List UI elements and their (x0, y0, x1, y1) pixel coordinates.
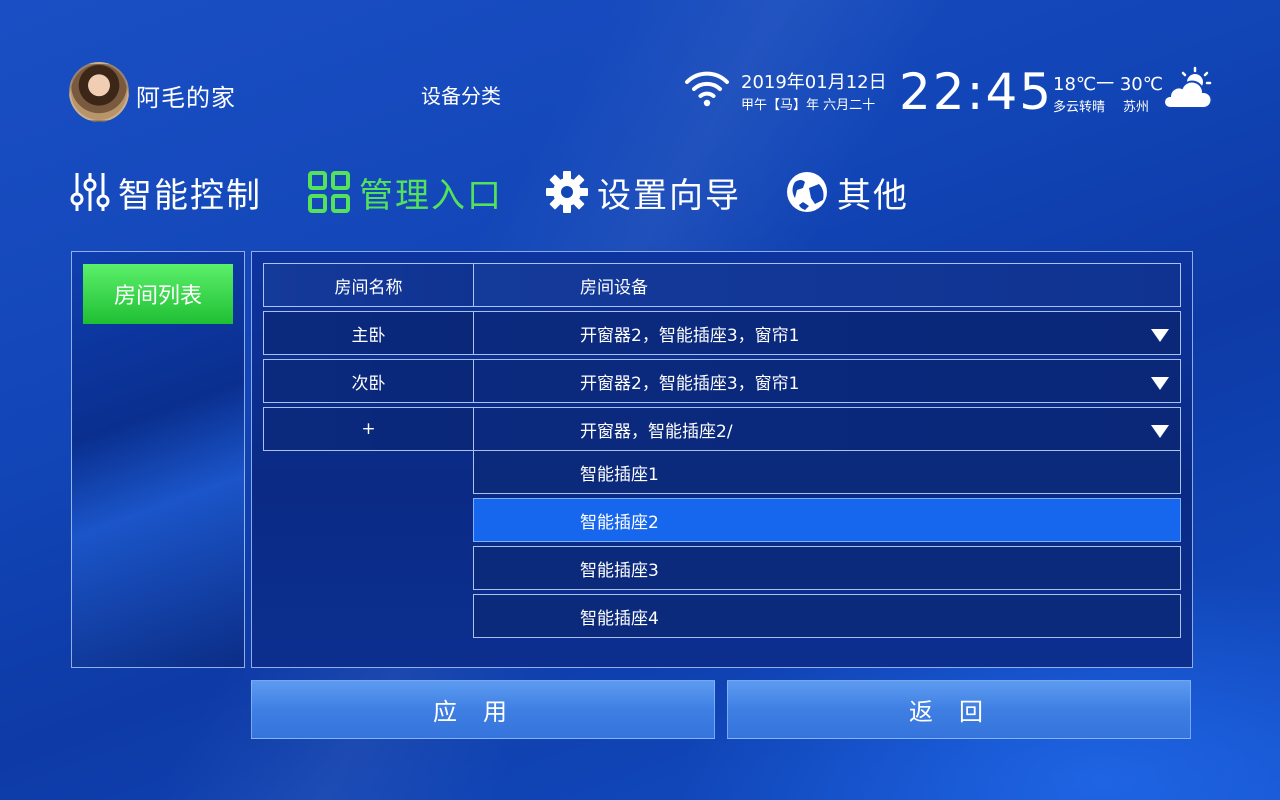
room-name-cell: 主卧 (263, 311, 474, 355)
nav-management-entry[interactable]: 管理入口 (307, 168, 503, 216)
room-devices-value: 开窗器2，智能插座3，窗帘1 (580, 373, 800, 394)
globe-icon (787, 172, 827, 212)
nav-label: 管理入口 (359, 175, 503, 216)
room-devices-value: 开窗器2，智能插座3，窗帘1 (580, 325, 800, 346)
column-header-room-devices: 房间设备 (473, 263, 1181, 307)
room-devices-select[interactable]: 开窗器2，智能插座3，窗帘1 (473, 359, 1181, 403)
dropdown-option-selected[interactable]: 智能插座2 (473, 498, 1181, 542)
sliders-icon (70, 173, 110, 211)
date-text: 2019年01月12日 (741, 72, 887, 93)
nav-label: 设置向导 (597, 175, 741, 216)
back-button[interactable]: 返回 (727, 680, 1191, 739)
apply-button[interactable]: 应用 (251, 680, 715, 739)
room-devices-select[interactable]: 开窗器2，智能插座3，窗帘1 (473, 311, 1181, 355)
dropdown-option[interactable]: 智能插座4 (473, 594, 1181, 638)
dropdown-arrow-icon[interactable] (1151, 329, 1169, 342)
clock: 22:45 (899, 63, 1054, 121)
column-header-room-name: 房间名称 (263, 263, 474, 307)
nav-setup-wizard[interactable]: 设置向导 (545, 168, 741, 216)
grid-icon (308, 171, 350, 213)
gear-icon (546, 171, 588, 213)
nav-label: 智能控制 (118, 175, 262, 216)
dropdown-arrow-icon[interactable] (1151, 425, 1169, 438)
cloud-sun-icon (1163, 66, 1213, 109)
room-name-cell: 次卧 (263, 359, 474, 403)
home-name: 阿毛的家 (136, 84, 236, 112)
dropdown-arrow-icon[interactable] (1151, 377, 1169, 390)
nav-smart-control[interactable]: 智能控制 (70, 168, 262, 216)
page-category: 设备分类 (421, 84, 501, 108)
lunar-date-text: 甲午【马】年 六月二十 (741, 98, 876, 113)
room-devices-select[interactable]: 开窗器，智能插座2/ (473, 407, 1181, 451)
dropdown-option[interactable]: 智能插座1 (473, 450, 1181, 494)
sidebar-panel: 房间列表 (71, 251, 245, 668)
nav-other[interactable]: 其他 (785, 168, 909, 216)
add-room-button[interactable]: + (263, 407, 474, 451)
room-list-button[interactable]: 房间列表 (83, 264, 233, 324)
dropdown-option[interactable]: 智能插座3 (473, 546, 1181, 590)
city-name: 苏州 (1123, 100, 1150, 115)
room-devices-value: 开窗器，智能插座2/ (580, 421, 733, 442)
weather-description: 多云转晴 (1053, 100, 1106, 115)
wifi-icon (685, 71, 729, 107)
avatar[interactable] (69, 62, 129, 122)
nav-label: 其他 (837, 175, 909, 216)
temperature: 18℃一 30℃ (1053, 74, 1163, 95)
